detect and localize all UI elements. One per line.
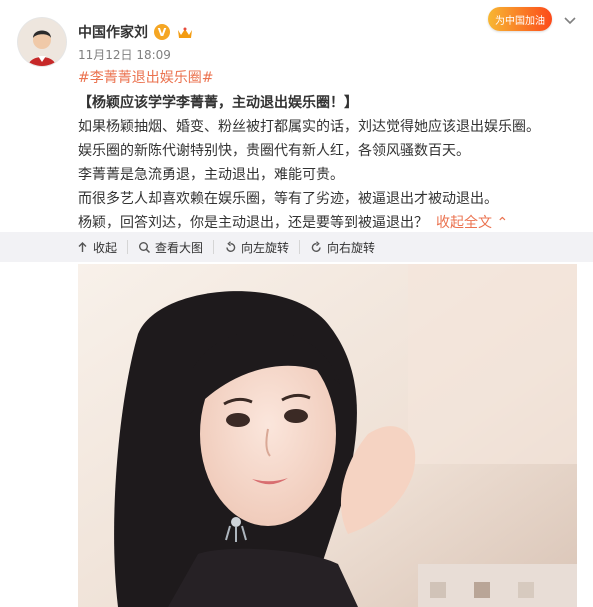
divider xyxy=(127,240,129,254)
image-action-bar: 收起 查看大图 向左旋转 向右旋转 xyxy=(0,232,593,262)
avatar-portrait xyxy=(18,18,66,66)
username[interactable]: 中国作家刘 xyxy=(78,22,148,42)
collapse-full-text-label: 收起全文 xyxy=(436,215,492,231)
campaign-badge[interactable]: 为中国加油 xyxy=(488,7,552,31)
post-line: 娱乐圈的新陈代谢特别快，贵圈代有新人红，各领风骚数百天。 xyxy=(78,143,470,159)
post-timestamp[interactable]: 11月12日 18:09 xyxy=(78,46,171,63)
rotate-right-button[interactable]: 向右旋转 xyxy=(310,239,375,256)
post-body: 【杨颖应该学学李菁菁，主动退出娱乐圈！】 如果杨颖抽烟、婚变、粉丝被打都属实的话… xyxy=(78,91,588,235)
rotate-left-icon xyxy=(226,240,236,252)
rotate-left-label: 向左旋转 xyxy=(241,240,290,255)
post-headline: 【杨颖应该学学李菁菁，主动退出娱乐圈！】 xyxy=(78,95,358,111)
view-full-label: 查看大图 xyxy=(155,240,204,255)
chevron-down-icon[interactable] xyxy=(560,10,580,30)
view-full-image-button[interactable]: 查看大图 xyxy=(138,239,203,256)
post-image[interactable] xyxy=(78,264,577,607)
verified-badge-icon: V xyxy=(154,24,170,40)
avatar[interactable] xyxy=(18,18,66,66)
divider xyxy=(299,240,301,254)
rotate-right-label: 向右旋转 xyxy=(327,240,376,255)
collapse-label: 收起 xyxy=(93,240,118,255)
rotate-left-button[interactable]: 向左旋转 xyxy=(224,239,289,256)
magnifier-icon xyxy=(139,241,151,253)
post-line: 而很多艺人却喜欢赖在娱乐圈，等有了劣迹，被逼退出才被动退出。 xyxy=(78,191,498,207)
topic-hashtag[interactable]: #李菁菁退出娱乐圈# xyxy=(78,67,213,87)
divider xyxy=(213,240,215,254)
post-line: 李菁菁是急流勇退，主动退出，难能可贵。 xyxy=(78,167,344,183)
name-row: 中国作家刘 V xyxy=(78,21,194,43)
post-line: 如果杨颖抽烟、婚变、粉丝被打都属实的话，刘达觉得她应该退出娱乐圈。 xyxy=(78,119,540,135)
rotate-right-icon xyxy=(311,240,321,252)
collapse-full-text-link[interactable]: 收起全文 ⌃ xyxy=(436,215,508,231)
vip-icon xyxy=(176,25,194,39)
portrait-photo xyxy=(78,264,577,607)
arrow-up-icon xyxy=(78,241,87,252)
post-line: 杨颖，回答刘达，你是主动退出，还是要等到被逼退出？ xyxy=(78,215,428,231)
chevron-up-icon: ⌃ xyxy=(496,215,509,231)
collapse-image-button[interactable]: 收起 xyxy=(76,239,117,256)
weibo-post: 中国作家刘 V 11月12日 18:09 为中国加油 #李菁菁退出娱乐圈# 【杨… xyxy=(0,0,593,607)
